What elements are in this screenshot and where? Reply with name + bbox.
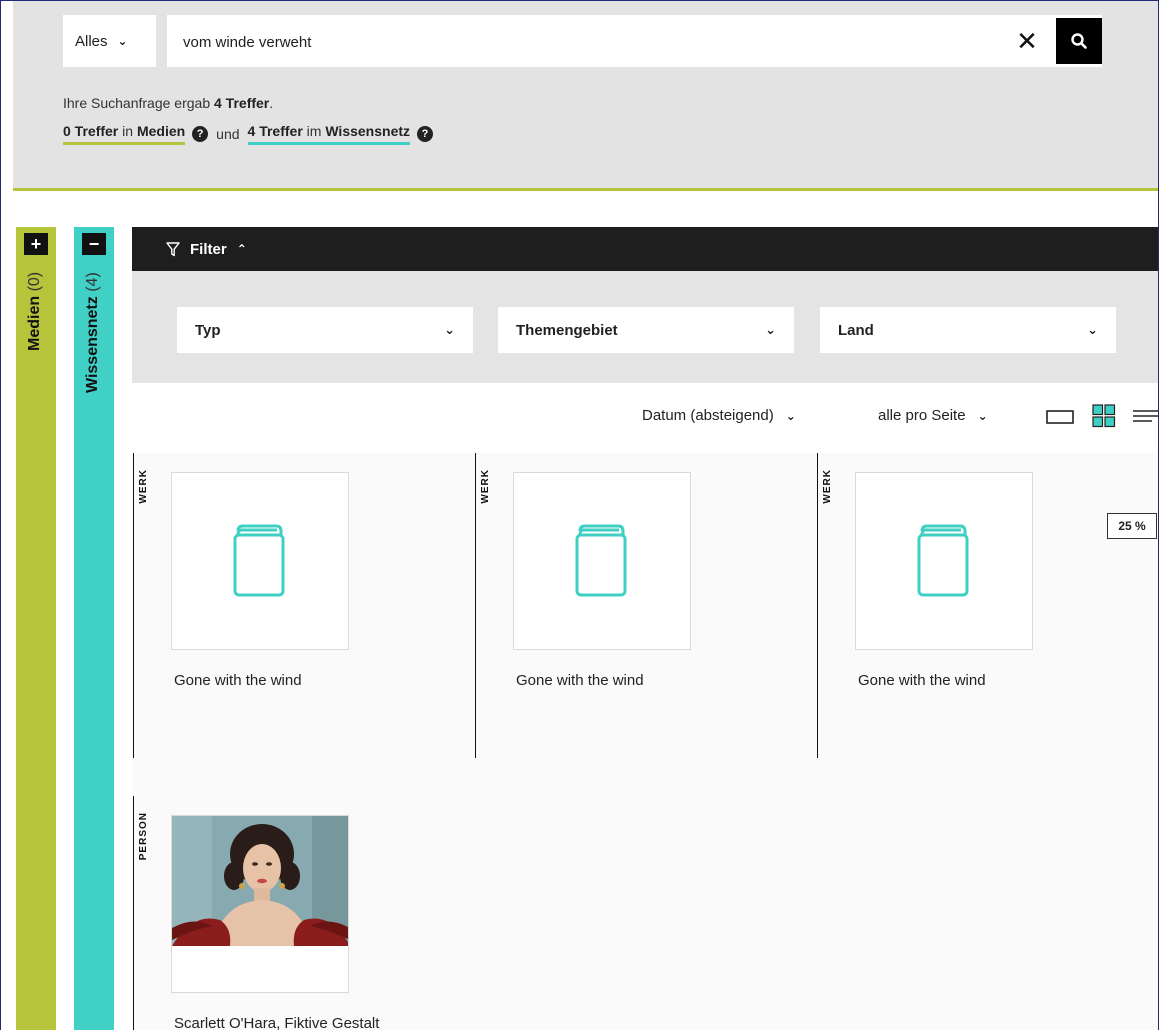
medien-side-tab[interactable]: + Medien (0) [16, 227, 56, 1030]
medien-count: (0) [26, 272, 43, 292]
filter-panel: Typ ⌄ Themengebiet ⌄ Land ⌄ [132, 271, 1158, 383]
media-hits-link[interactable]: 0 Treffer in Medien [63, 123, 186, 145]
expand-button[interactable]: + [24, 233, 48, 255]
wissensnetz-tab-label: Wissensnetz (4) [84, 272, 102, 447]
medien-label: Medien [26, 296, 43, 352]
list-view-icon[interactable] [1132, 408, 1159, 424]
wissensnetz-side-tab[interactable]: − Wissensnetz (4) [74, 227, 114, 1030]
single-view-icon[interactable] [1046, 409, 1074, 425]
page-frame: Alles ⌄ ✕ Ihre Suchanfrage ergab 4 Treff… [0, 0, 1159, 1030]
chevron-down-icon: ⌄ [785, 408, 796, 423]
result-type: WERK [138, 469, 149, 504]
result-thumbnail[interactable] [855, 472, 1033, 650]
filter-topic-dropdown[interactable]: Themengebiet ⌄ [498, 307, 794, 353]
per-page-select[interactable]: alle pro Seite ⌄ [878, 407, 988, 424]
chevron-down-icon: ⌄ [1087, 322, 1098, 337]
filter-type-dropdown[interactable]: Typ ⌄ [177, 307, 473, 353]
result-title[interactable]: Gone with the wind [516, 672, 644, 689]
result-type: WERK [480, 469, 491, 504]
chevron-up-icon: ⌃ [236, 242, 247, 256]
wissensnetz-label: Wissensnetz [84, 296, 101, 393]
dropdown-label: Themengebiet [516, 321, 618, 339]
book-icon [233, 524, 285, 597]
result-title[interactable]: Gone with the wind [174, 672, 302, 689]
result-type: WERK [822, 469, 833, 504]
result-card[interactable]: WERK Gone with the wind [475, 453, 776, 758]
search-button[interactable] [1056, 18, 1102, 64]
result-title[interactable]: Gone with the wind [858, 672, 986, 689]
hits-breakdown: 0 Treffer in Medien ? und 4 Treffer im W… [63, 123, 441, 145]
media-hits-count: 0 Treffer [63, 123, 119, 139]
sort-order-label: Datum (absteigend) [642, 407, 774, 424]
summary-prefix: Ihre Suchanfrage ergab [63, 95, 214, 111]
dropdown-label: Land [838, 321, 874, 339]
result-summary: Ihre Suchanfrage ergab 4 Treffer. [63, 95, 273, 111]
result-card[interactable]: WERK Gone with the wind [817, 453, 1118, 758]
sort-toolbar: Datum (absteigend) ⌄ alle pro Seite ⌄ [132, 383, 1159, 453]
result-card[interactable]: PERSON Scarlett O'Hara, Fiktive Gestalt [133, 796, 434, 1030]
sort-order-select[interactable]: Datum (absteigend) ⌄ [642, 407, 796, 424]
scope-select[interactable]: Alles ⌄ [63, 15, 156, 67]
book-icon [575, 524, 627, 597]
chevron-down-icon: ⌄ [117, 34, 128, 48]
chevron-down-icon: ⌄ [977, 408, 988, 423]
portrait-illustration [172, 816, 348, 946]
chevron-down-icon: ⌄ [444, 322, 455, 337]
medien-tab-label: Medien (0) [26, 272, 44, 422]
clear-search-button[interactable]: ✕ [1013, 27, 1041, 55]
knowledge-hits-link[interactable]: 4 Treffer im Wissensnetz [247, 123, 411, 145]
media-hits-label: Medien [136, 123, 186, 139]
search-icon [1071, 33, 1087, 49]
help-icon[interactable]: ? [192, 126, 209, 142]
grid-view-icon[interactable] [1092, 404, 1116, 428]
help-icon[interactable]: ? [417, 126, 434, 142]
result-thumbnail[interactable] [171, 815, 349, 993]
filter-country-dropdown[interactable]: Land ⌄ [820, 307, 1116, 353]
filter-icon [166, 241, 180, 256]
filter-label: Filter [190, 240, 227, 258]
wissensnetz-count: (4) [84, 272, 101, 292]
result-thumbnail[interactable] [171, 472, 349, 650]
search-field[interactable] [167, 15, 1102, 69]
book-icon [917, 524, 969, 597]
media-hits-in: in [118, 123, 137, 139]
dropdown-label: Typ [195, 321, 221, 339]
chevron-down-icon: ⌄ [765, 322, 776, 337]
result-thumbnail[interactable] [513, 472, 691, 650]
hits-and: und [216, 126, 240, 142]
per-page-label: alle pro Seite [878, 407, 966, 424]
portrait-image [172, 816, 348, 946]
knowledge-hits-in: im [302, 123, 326, 139]
knowledge-hits-label: Wissensnetz [325, 123, 411, 139]
search-input[interactable] [181, 15, 1005, 69]
collapse-button[interactable]: − [82, 233, 106, 255]
result-type: PERSON [138, 812, 149, 861]
scope-select-label: Alles [75, 32, 108, 50]
knowledge-hits-count: 4 Treffer [247, 123, 303, 139]
summary-suffix: . [269, 95, 274, 111]
search-region: Alles ⌄ ✕ Ihre Suchanfrage ergab 4 Treff… [13, 1, 1158, 191]
zoom-level-badge: 25 % [1107, 513, 1157, 539]
result-title[interactable]: Scarlett O'Hara, Fiktive Gestalt [174, 1015, 379, 1030]
results-grid: WERK Gone with the wind WERK Gone with t… [132, 453, 1158, 1030]
filter-toggle[interactable]: Filter ⌃ [132, 227, 1158, 271]
summary-total: 4 Treffer [214, 95, 270, 111]
result-card[interactable]: WERK Gone with the wind [133, 453, 434, 758]
